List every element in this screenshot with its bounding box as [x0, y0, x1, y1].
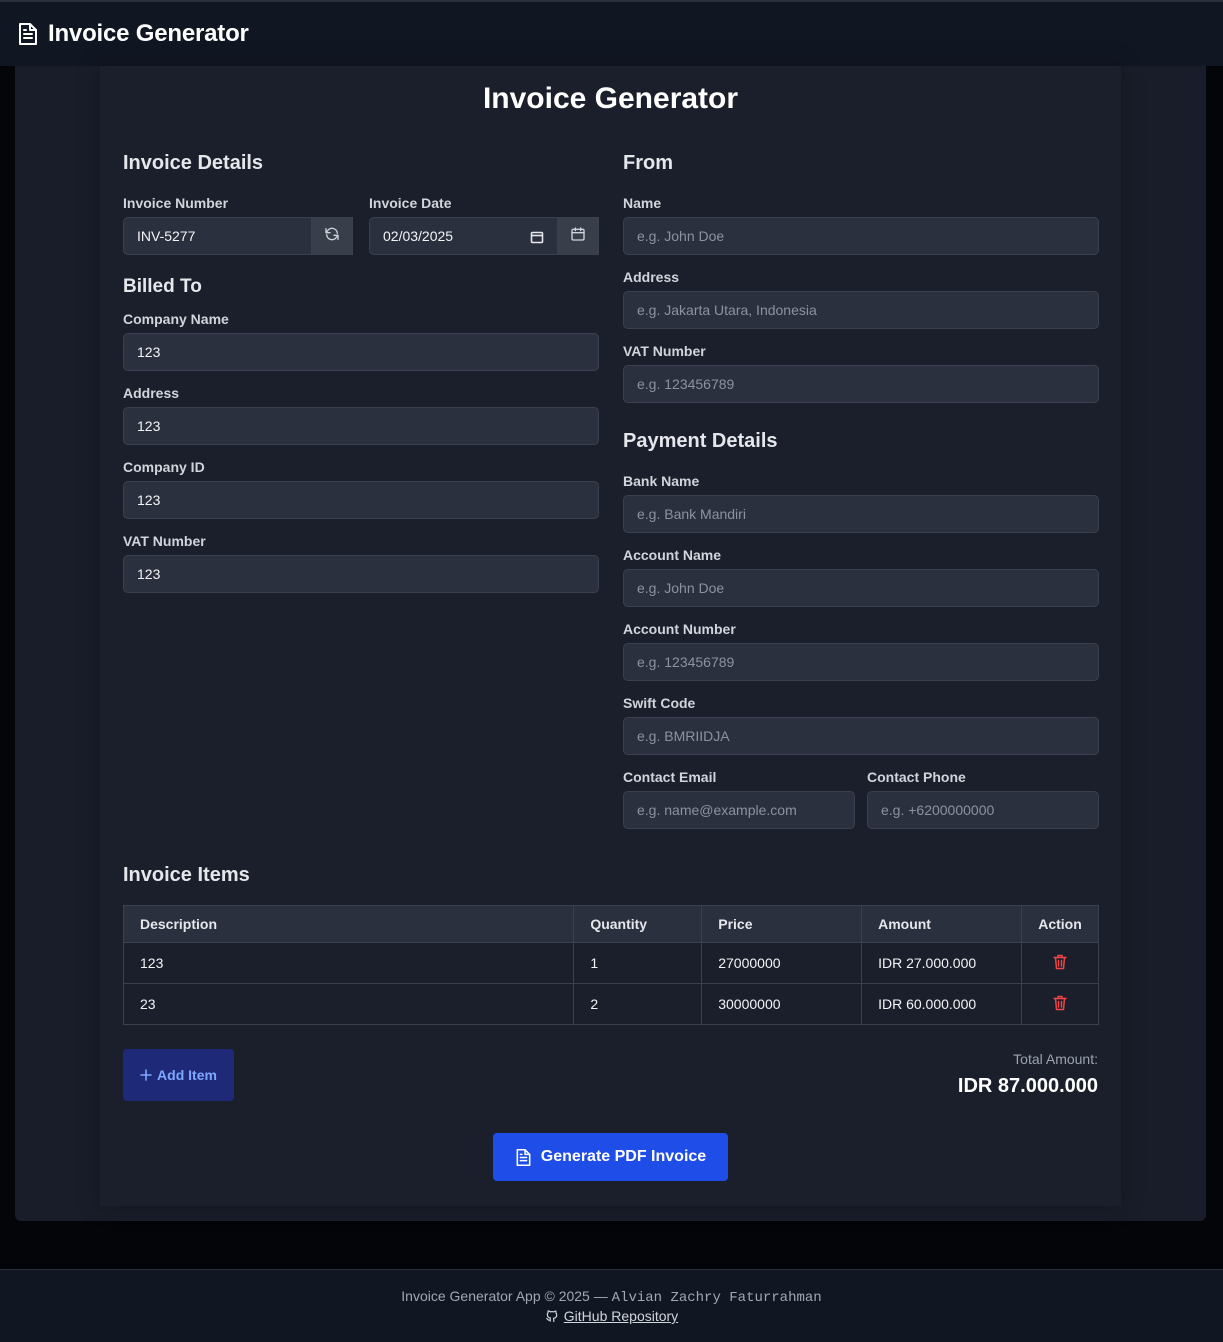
invoice-details-heading: Invoice Details	[123, 152, 264, 174]
billed-address-value: 123	[137, 418, 161, 434]
item-quantity[interactable]: 1	[573, 942, 703, 984]
swift-code-input[interactable]: e.g. BMRIIDJA	[623, 717, 1099, 755]
from-name-placeholder: e.g. John Doe	[637, 228, 725, 244]
billed-address-input[interactable]: 123	[123, 407, 599, 445]
app-title: Invoice Generator	[48, 20, 249, 47]
invoice-date-value: 02/03/2025	[383, 228, 454, 244]
invoice-number-value: INV-5277	[137, 228, 196, 244]
billed-to-heading: Billed To	[123, 276, 202, 297]
calendar-button[interactable]	[557, 217, 599, 255]
item-amount: IDR 60.000.000	[861, 983, 1022, 1025]
footer-credit: Invoice Generator App © 2025 — Alvian Za…	[0, 1288, 1223, 1306]
swift-code-label: Swift Code	[623, 695, 696, 711]
footer-author: Alvian Zachry Faturrahman	[611, 1290, 822, 1306]
item-action-cell	[1020, 983, 1100, 1025]
contact-email-input[interactable]: e.g. name@example.com	[623, 791, 855, 829]
add-item-label: Add Item	[157, 1067, 217, 1083]
invoice-form-card: Invoice Generator Invoice Details Invoic…	[15, 66, 1206, 1221]
item-amount: IDR 27.000.000	[861, 942, 1022, 984]
bank-name-input[interactable]: e.g. Bank Mandiri	[623, 495, 1099, 533]
footer-repo: GitHub Repository	[0, 1308, 1223, 1324]
account-name-label: Account Name	[623, 547, 722, 563]
account-number-label: Account Number	[623, 621, 736, 637]
plus-icon	[140, 1069, 152, 1081]
company-name-input[interactable]: 123	[123, 333, 599, 371]
contact-phone-label: Contact Phone	[867, 769, 966, 785]
github-icon	[545, 1309, 559, 1323]
item-action-cell	[1020, 942, 1100, 984]
table-row: 23 2 30000000 IDR 60.000.000	[122, 983, 1100, 1025]
table-header-row: Description Quantity Price Amount Action	[122, 905, 1100, 943]
contact-phone-input[interactable]: e.g. +6200000000	[867, 791, 1099, 829]
total-amount-label: Total Amount:	[1013, 1051, 1098, 1067]
from-vat-input[interactable]: e.g. 123456789	[623, 365, 1099, 403]
date-picker-icon[interactable]	[530, 230, 544, 244]
item-price[interactable]: 30000000	[701, 983, 863, 1025]
item-description[interactable]: 23	[122, 983, 575, 1025]
account-name-input[interactable]: e.g. John Doe	[623, 569, 1099, 607]
account-number-input[interactable]: e.g. 123456789	[623, 643, 1099, 681]
from-address-input[interactable]: e.g. Jakarta Utara, Indonesia	[623, 291, 1099, 329]
bank-name-label: Bank Name	[623, 473, 700, 489]
company-id-input[interactable]: 123	[123, 481, 599, 519]
item-price[interactable]: 27000000	[701, 942, 863, 984]
from-name-label: Name	[623, 195, 662, 211]
items-table: Description Quantity Price Amount Action…	[122, 905, 1100, 1025]
regenerate-number-button[interactable]	[311, 217, 353, 255]
billed-vat-input[interactable]: 123	[123, 555, 599, 593]
item-description[interactable]: 123	[122, 942, 575, 984]
company-name-label: Company Name	[123, 311, 229, 327]
billed-address-label: Address	[123, 385, 180, 401]
footer: Invoice Generator App © 2025 — Alvian Za…	[0, 1269, 1223, 1342]
contact-phone-placeholder: e.g. +6200000000	[881, 802, 995, 818]
column-header-description: Description	[122, 905, 575, 943]
invoice-number-label: Invoice Number	[123, 195, 229, 211]
from-vat-placeholder: e.g. 123456789	[637, 376, 735, 392]
bank-name-placeholder: e.g. Bank Mandiri	[637, 506, 746, 522]
github-repository-link[interactable]: GitHub Repository	[564, 1308, 678, 1324]
calendar-icon	[570, 226, 586, 247]
column-header-price: Price	[701, 905, 863, 943]
total-amount-value: IDR 87.000.000	[957, 1075, 1098, 1097]
refresh-icon	[324, 226, 340, 247]
contact-email-placeholder: e.g. name@example.com	[637, 802, 797, 818]
item-quantity[interactable]: 2	[573, 983, 703, 1025]
document-icon	[515, 1148, 532, 1167]
footer-text: Invoice Generator App © 2025 —	[401, 1288, 608, 1304]
invoice-items-heading: Invoice Items	[123, 864, 250, 886]
table-row: 123 1 27000000 IDR 27.000.000	[122, 942, 1100, 984]
page-title: Invoice Generator	[482, 82, 739, 115]
column-header-quantity: Quantity	[573, 905, 703, 943]
account-number-placeholder: e.g. 123456789	[637, 654, 735, 670]
company-name-value: 123	[137, 344, 161, 360]
company-id-label: Company ID	[123, 459, 205, 475]
from-name-input[interactable]: e.g. John Doe	[623, 217, 1099, 255]
billed-vat-value: 123	[137, 566, 161, 582]
trash-icon[interactable]	[1053, 995, 1067, 1011]
generate-pdf-button[interactable]: Generate PDF Invoice	[493, 1133, 728, 1181]
account-name-placeholder: e.g. John Doe	[637, 580, 725, 596]
app-header: Invoice Generator	[0, 0, 1223, 66]
column-header-amount: Amount	[861, 905, 1022, 943]
generate-pdf-label: Generate PDF Invoice	[540, 1148, 707, 1165]
contact-email-label: Contact Email	[623, 769, 717, 785]
invoice-date-label: Invoice Date	[369, 195, 452, 211]
swift-code-placeholder: e.g. BMRIIDJA	[637, 728, 730, 744]
from-address-placeholder: e.g. Jakarta Utara, Indonesia	[637, 302, 817, 318]
from-heading: From	[623, 152, 673, 174]
from-address-label: Address	[623, 269, 680, 285]
payment-details-heading: Payment Details	[623, 430, 778, 452]
billed-vat-label: VAT Number	[123, 533, 206, 549]
company-id-value: 123	[137, 492, 161, 508]
column-header-action: Action	[1020, 905, 1100, 943]
from-vat-label: VAT Number	[623, 343, 706, 359]
add-item-button[interactable]: Add Item	[123, 1049, 234, 1101]
document-icon	[17, 22, 39, 46]
trash-icon[interactable]	[1053, 954, 1067, 970]
